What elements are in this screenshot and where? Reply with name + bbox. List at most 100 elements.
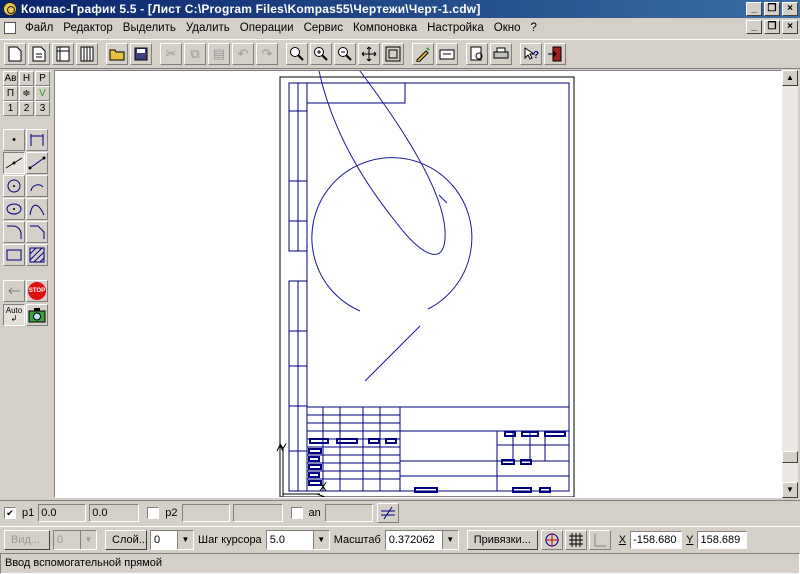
paste-icon[interactable]: ▤ <box>208 43 230 65</box>
ellipse-tool-icon[interactable] <box>3 198 25 220</box>
doc-restore-button[interactable]: ❐ <box>764 20 780 34</box>
angle-field[interactable] <box>324 503 373 522</box>
menu-file[interactable]: Файл <box>20 22 58 34</box>
open-icon[interactable] <box>106 43 128 65</box>
p2-y-field[interactable] <box>232 503 283 522</box>
p1-y-field[interactable]: 0.0 <box>89 503 140 522</box>
layer-select[interactable]: 0 ▼ <box>150 529 194 550</box>
tool-align[interactable]: ≑ <box>19 86 34 101</box>
print-icon[interactable] <box>490 43 512 65</box>
doc-minimize-button[interactable]: _ <box>746 20 762 34</box>
prompt-line: Ввод вспомогательной прямой <box>0 553 800 574</box>
document-icon[interactable] <box>4 22 16 34</box>
ortho-icon[interactable] <box>588 529 611 550</box>
view-select[interactable]: 0 ▼ <box>53 529 97 550</box>
layer-button[interactable]: Слой... <box>105 529 148 550</box>
rectangle-tool-icon[interactable] <box>3 244 25 266</box>
cut-icon[interactable]: ✂ <box>160 43 182 65</box>
geometry-arc <box>311 157 473 312</box>
menu-edit[interactable]: Редактор <box>58 22 118 34</box>
copy-icon[interactable]: ⧉ <box>184 43 206 65</box>
drawing-canvas[interactable]: Y X <box>54 70 782 498</box>
zoom-window-icon[interactable] <box>286 43 308 65</box>
main-toolbar: ✂ ⧉ ▤ ↶ ↷ ? <box>0 39 800 69</box>
parallel-lines-icon[interactable] <box>376 502 399 523</box>
close-button[interactable]: × <box>782 2 798 16</box>
menu-delete[interactable]: Удалить <box>181 22 235 34</box>
circle-tool-icon[interactable] <box>3 175 25 197</box>
exit-icon[interactable] <box>544 43 566 65</box>
point-tool-icon[interactable]: • <box>3 129 25 151</box>
new-spec-icon[interactable] <box>52 43 74 65</box>
back-arrow-icon[interactable] <box>3 280 25 302</box>
spline-tool-icon[interactable] <box>26 198 48 220</box>
view-button[interactable]: Вид... <box>4 529 50 550</box>
pan-icon[interactable] <box>358 43 380 65</box>
p2-x-field[interactable] <box>181 503 230 522</box>
tool-text-size[interactable]: Ав <box>3 71 18 86</box>
scroll-thumb[interactable] <box>782 451 798 463</box>
scale-value: 0.372062 <box>388 533 435 546</box>
layers-icon[interactable] <box>436 43 458 65</box>
tool-page-2[interactable]: 2 <box>19 101 34 116</box>
tool-page-3[interactable]: 3 <box>35 101 50 116</box>
menu-settings[interactable]: Настройка <box>422 22 489 34</box>
aux-line-tool-icon[interactable] <box>3 152 25 174</box>
left-margin-strips <box>288 82 308 492</box>
zoom-out-icon[interactable] <box>334 43 356 65</box>
menu-operations[interactable]: Операции <box>235 22 299 34</box>
angle-checkbox[interactable] <box>290 506 303 519</box>
menu-select[interactable]: Выделить <box>118 22 181 34</box>
zoom-all-icon[interactable] <box>382 43 404 65</box>
snaps-button[interactable]: Привязки... <box>466 529 538 550</box>
current-state-bar: Вид... 0 ▼ Слой... 0 ▼ Шаг курсора 5.0 ▼… <box>0 526 800 552</box>
auto-mode-button[interactable]: Auto ↲ <box>3 304 25 326</box>
tool-check[interactable]: V <box>35 86 50 101</box>
new-text-icon[interactable] <box>76 43 98 65</box>
menu-layout[interactable]: Компоновка <box>348 22 422 34</box>
layer-select-value: 0 <box>154 533 161 546</box>
properties-icon[interactable] <box>412 43 434 65</box>
geometry-tick <box>438 194 448 204</box>
p1-checkbox[interactable]: ✔ <box>4 506 16 519</box>
vertical-scrollbar[interactable]: ▲ ▼ <box>782 70 798 498</box>
snap-grid-icon[interactable] <box>540 529 563 550</box>
p1-x-field[interactable]: 0.0 <box>38 503 87 522</box>
p2-checkbox[interactable] <box>147 506 160 519</box>
menu-help[interactable]: ? <box>525 22 541 34</box>
hatch-tool-icon[interactable] <box>26 244 48 266</box>
top-stamp <box>306 82 406 104</box>
print-preview-icon[interactable] <box>466 43 488 65</box>
menu-window[interactable]: Окно <box>489 22 526 34</box>
grid-icon[interactable] <box>564 529 587 550</box>
scroll-up-button[interactable]: ▲ <box>782 70 798 86</box>
help-icon[interactable]: ? <box>520 43 542 65</box>
undo-icon[interactable]: ↶ <box>232 43 254 65</box>
fillet-tool-icon[interactable] <box>3 221 25 243</box>
zoom-in-icon[interactable] <box>310 43 332 65</box>
y-coord-field: 158.689 <box>697 530 748 549</box>
segment-tool-icon[interactable] <box>26 152 48 174</box>
tool-page-1[interactable]: 1 <box>3 101 18 116</box>
doc-close-button[interactable]: × <box>782 20 798 34</box>
tool-dimension[interactable]: Н <box>19 71 34 86</box>
menu-service[interactable]: Сервис <box>299 22 348 34</box>
cursor-step-select[interactable]: 5.0 ▼ <box>265 529 330 550</box>
camera-icon[interactable] <box>26 304 48 326</box>
save-icon[interactable] <box>130 43 152 65</box>
redo-icon[interactable]: ↷ <box>256 43 278 65</box>
new-fragment-icon[interactable] <box>28 43 50 65</box>
stop-button[interactable]: STOP <box>26 280 48 302</box>
dimension-tool-icon[interactable] <box>26 129 48 151</box>
scale-select[interactable]: 0.372062 ▼ <box>384 529 459 550</box>
arc-tool-icon[interactable] <box>26 175 48 197</box>
new-sheet-icon[interactable] <box>4 43 26 65</box>
geometry-spline <box>318 71 446 255</box>
minimize-button[interactable]: _ <box>746 2 762 16</box>
chamfer-tool-icon[interactable] <box>26 221 48 243</box>
chevron-down-icon: ▼ <box>177 530 193 549</box>
restore-button[interactable]: ❐ <box>764 2 780 16</box>
tool-p[interactable]: П <box>3 86 18 101</box>
scroll-down-button[interactable]: ▼ <box>782 482 798 498</box>
tool-r[interactable]: Р <box>35 71 50 86</box>
